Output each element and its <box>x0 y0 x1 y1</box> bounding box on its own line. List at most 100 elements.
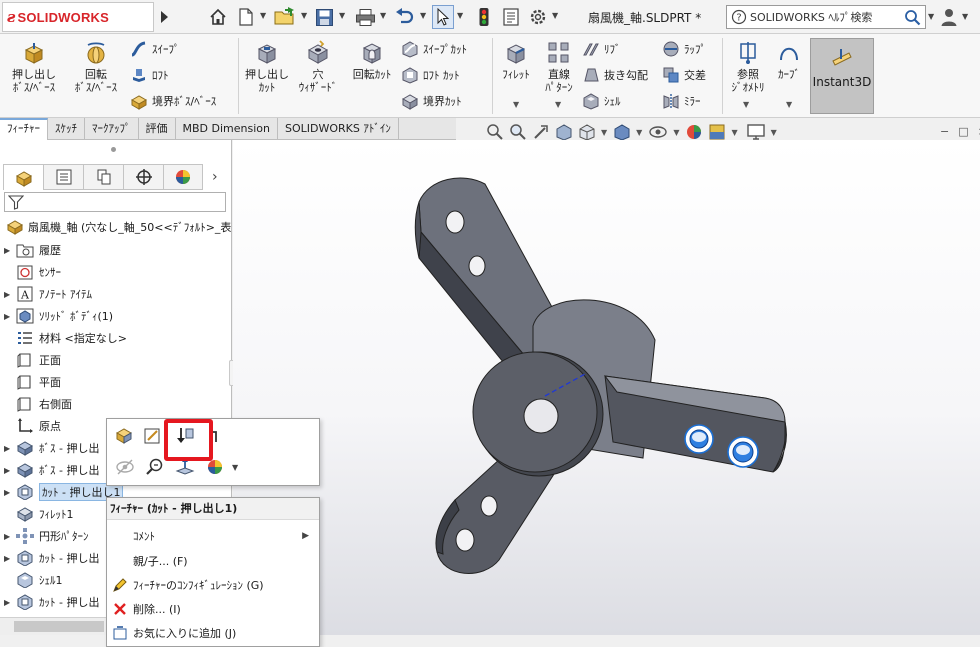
tree-item-circular-pattern[interactable]: ▶ 円形ﾊﾟﾀｰﾝ <box>4 525 89 547</box>
options-dropdown-icon[interactable]: ▼ <box>552 12 560 20</box>
select-pointer-icon[interactable] <box>432 5 454 29</box>
tree-item-cut-extrude-2[interactable]: ▶ ｶｯﾄ - 押し出 <box>4 547 99 569</box>
tab-markup[interactable]: ﾏｰｸｱｯﾌﾟ <box>85 118 139 140</box>
search-dropdown-icon[interactable]: ▼ <box>928 12 934 21</box>
tree-root-part[interactable]: 扇風機_軸 (穴なし_軸_50<<ﾃﾞﾌｫﾙﾄ>_表 <box>6 218 231 236</box>
hide-button[interactable] <box>113 455 137 479</box>
tree-item-boss-extrude-2[interactable]: ▶ ﾎﾞｽ - 押し出 <box>4 459 99 481</box>
sweep-cut-button[interactable]: ｽｲｰﾌﾟｶｯﾄ <box>401 38 467 60</box>
expand-arrow-icon[interactable]: ▶ <box>4 290 16 299</box>
tab-features[interactable]: ﾌｨｰﾁｬｰ <box>0 118 48 140</box>
dimxpert-manager-tab[interactable] <box>123 164 163 190</box>
tab-evaluate[interactable]: 評価 <box>139 118 176 140</box>
tree-item-right-plane[interactable]: 右側面 <box>4 393 72 415</box>
open-folder-icon[interactable] <box>272 5 298 29</box>
undo-dropdown-icon[interactable]: ▼ <box>420 12 428 20</box>
file-properties-icon[interactable] <box>500 5 522 29</box>
scrollbar-thumb[interactable] <box>14 621 104 632</box>
tree-item-shell-1[interactable]: ｼｪﾙ1 <box>4 569 63 591</box>
linear-pattern-button[interactable]: 直線 ﾊﾟﾀｰﾝ <box>540 40 578 94</box>
view-settings-monitor-icon[interactable] <box>746 123 766 141</box>
menu-item-add-to-favorites[interactable]: お気に入りに追加 (J) <box>107 621 319 644</box>
tree-item-annotations[interactable]: ▶ A ｱﾉﾃｰﾄ ｱｲﾃﾑ <box>4 283 92 305</box>
menu-item-feature-configuration[interactable]: ﾌｨｰﾁｬｰのｺﾝﾌｨｷﾞｭﾚｰｼｮﾝ (G) <box>107 573 319 596</box>
expand-arrow-icon[interactable]: ▶ <box>4 312 16 321</box>
save-dropdown-icon[interactable]: ▼ <box>339 12 347 20</box>
previous-view-icon[interactable] <box>532 123 550 141</box>
mirror-button[interactable]: ﾐﾗｰ <box>662 90 701 112</box>
menu-item-delete[interactable]: 削除... (I) <box>107 597 319 620</box>
tree-item-material[interactable]: 材料 <指定なし> <box>4 327 127 349</box>
print-dropdown-icon[interactable]: ▼ <box>380 12 388 20</box>
window-controls[interactable]: −□× <box>940 125 980 138</box>
user-account-icon[interactable] <box>940 7 958 30</box>
view-orientation-icon[interactable] <box>578 123 596 141</box>
rib-button[interactable]: ﾘﾌﾞ <box>582 38 621 60</box>
feature-manager-tab[interactable] <box>3 164 43 190</box>
hole-wizard-button[interactable]: 穴 ｳｨｻﾞｰﾄﾞ <box>294 40 342 94</box>
fan-shaft-3d-model[interactable] <box>233 140 980 635</box>
hide-show-items-icon[interactable] <box>648 123 668 141</box>
section-view-icon[interactable] <box>555 123 573 141</box>
more-tabs-arrow-icon[interactable]: › <box>212 169 218 185</box>
tree-item-boss-extrude-1[interactable]: ▶ ﾎﾞｽ - 押し出 <box>4 437 99 459</box>
view-orientation-dropdown-icon[interactable]: ▼ <box>601 128 607 137</box>
extrude-cut-button[interactable]: 押し出し ｶｯﾄ <box>244 40 290 94</box>
boundary-boss-button[interactable]: 境界ﾎﾞｽ/ﾍﾞｰｽ <box>130 90 216 112</box>
configuration-manager-tab[interactable] <box>83 164 123 190</box>
help-search-box[interactable]: ? SOLIDWORKS ﾍﾙﾌﾟ検索 <box>726 5 926 29</box>
new-dropdown-icon[interactable]: ▼ <box>260 12 268 20</box>
curves-button[interactable]: ｶｰﾌﾞ <box>772 40 806 81</box>
undo-icon[interactable] <box>393 5 417 29</box>
rebuild-traffic-light-icon[interactable] <box>475 5 493 29</box>
tree-item-top-plane[interactable]: 平面 <box>4 371 61 393</box>
apply-scene-dropdown-icon[interactable]: ▼ <box>731 128 737 137</box>
tab-sketch[interactable]: ｽｹｯﾁ <box>48 118 85 140</box>
property-manager-tab[interactable] <box>43 164 83 190</box>
revolve-cut-button[interactable]: 回転ｶｯﾄ <box>348 40 396 81</box>
draft-button[interactable]: 抜き勾配 <box>582 64 648 86</box>
tree-item-front-plane[interactable]: 正面 <box>4 349 61 371</box>
solidworks-logo[interactable]: ƨ SOLIDWORKS <box>2 2 154 32</box>
model-arm-right[interactable] <box>603 375 787 473</box>
curves-dropdown-icon[interactable]: ▼ <box>786 100 792 109</box>
edit-sketch-button[interactable] <box>141 424 165 448</box>
panel-grip-dot[interactable] <box>111 147 116 152</box>
expand-arrow-icon[interactable]: ▶ <box>4 532 16 541</box>
select-dropdown-icon[interactable]: ▼ <box>457 12 465 20</box>
zoom-to-fit-icon[interactable] <box>486 123 504 141</box>
expand-arrow-icon[interactable]: ▶ <box>4 466 16 475</box>
expand-arrow-icon[interactable]: ▶ <box>4 444 16 453</box>
menu-item-parent-child[interactable]: 親/子... (F) <box>107 549 319 572</box>
options-gear-icon[interactable] <box>527 5 549 29</box>
loft-button[interactable]: ﾛﾌﾄ <box>130 64 169 86</box>
sweep-button[interactable]: ｽｲｰﾌﾟ <box>130 38 180 60</box>
display-style-icon[interactable] <box>613 123 631 141</box>
reference-geometry-button[interactable]: 参照 ｼﾞｵﾒﾄﾘ <box>727 40 769 94</box>
tree-item-cut-extrude-3[interactable]: ▶ ｶｯﾄ - 押し出 <box>4 591 99 613</box>
print-icon[interactable] <box>353 5 377 29</box>
view-settings-dropdown-icon[interactable]: ▼ <box>771 128 777 137</box>
loft-cut-button[interactable]: ﾛﾌﾄ ｶｯﾄ <box>401 64 460 86</box>
menu-expand-arrow-icon[interactable] <box>157 8 171 26</box>
model-front-disc[interactable] <box>472 351 604 477</box>
new-document-icon[interactable] <box>235 5 257 29</box>
apply-scene-icon[interactable] <box>708 123 726 141</box>
expand-arrow-icon[interactable]: ▶ <box>4 554 16 563</box>
expand-arrow-icon[interactable]: ▶ <box>4 598 16 607</box>
tree-item-solid-bodies[interactable]: ▶ ｿﾘｯﾄﾞ ﾎﾞﾃﾞｨ(1) <box>4 305 113 327</box>
hide-show-dropdown-icon[interactable]: ▼ <box>673 128 679 137</box>
boundary-cut-button[interactable]: 境界ｶｯﾄ <box>401 90 462 112</box>
tree-item-origin[interactable]: 原点 <box>4 415 61 437</box>
wrap-button[interactable]: ﾗｯﾌﾟ <box>662 38 706 60</box>
search-icon[interactable] <box>904 9 921 26</box>
pattern-dropdown-icon[interactable]: ▼ <box>555 100 561 109</box>
edit-appearance-icon[interactable] <box>685 123 703 141</box>
display-manager-tab[interactable] <box>163 164 203 190</box>
graphics-viewport[interactable] <box>233 140 980 635</box>
save-icon[interactable] <box>313 5 335 29</box>
fillet-button[interactable]: ﾌｨﾚｯﾄ <box>496 40 536 81</box>
home-icon[interactable] <box>206 5 230 29</box>
edit-feature-button[interactable] <box>113 424 137 448</box>
feature-tree-filter[interactable] <box>4 192 226 212</box>
